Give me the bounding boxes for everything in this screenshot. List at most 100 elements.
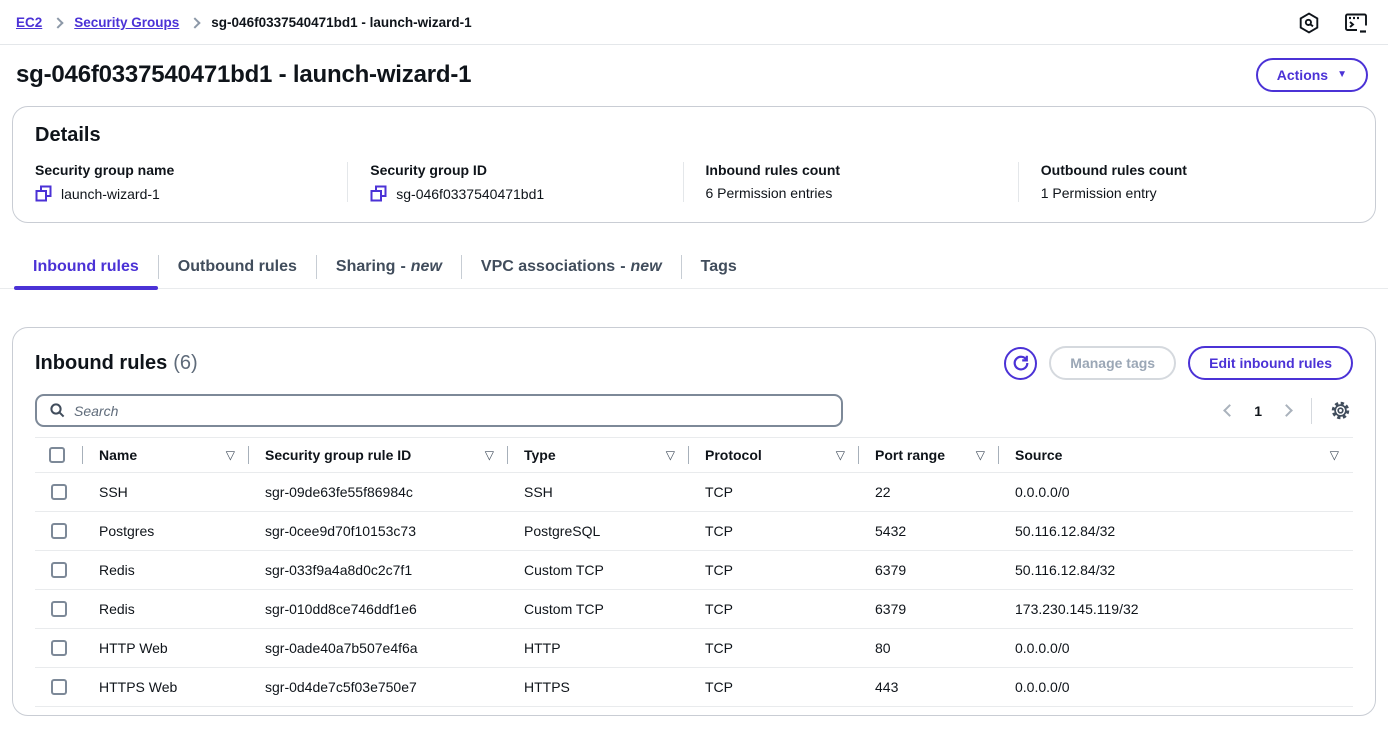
table-row[interactable]: SSH sgr-09de63fe55f86984c SSH TCP 22 0.0… [35, 473, 1353, 512]
cell-port-range: 6379 [859, 562, 999, 578]
breadcrumb-bar: EC2 Security Groups sg-046f0337540471bd1… [0, 0, 1388, 45]
cell-port-range: 6379 [859, 601, 999, 617]
tab-inbound-rules[interactable]: Inbound rules [14, 245, 158, 289]
cell-protocol: TCP [689, 601, 859, 617]
page-number[interactable]: 1 [1254, 403, 1262, 419]
inbound-rules-count-value: 6 Permission entries [706, 185, 833, 201]
row-checkbox[interactable] [51, 484, 67, 500]
manage-tags-button[interactable]: Manage tags [1049, 346, 1176, 380]
cell-rule-id: sgr-0cee9d70f10153c73 [249, 523, 508, 539]
table-row[interactable]: HTTPS Web sgr-0d4de7c5f03e750e7 HTTPS TC… [35, 668, 1353, 707]
tab-vpc-associations[interactable]: VPC associations-new [462, 245, 681, 289]
details-heading: Details [35, 124, 1353, 147]
cell-protocol: TCP [689, 679, 859, 695]
cell-name: Redis [83, 562, 249, 578]
row-checkbox[interactable] [51, 562, 67, 578]
outbound-rules-count-value: 1 Permission entry [1041, 185, 1157, 201]
cell-name: Redis [83, 601, 249, 617]
filter-icon[interactable]: ▽ [226, 448, 235, 462]
breadcrumb: EC2 Security Groups sg-046f0337540471bd1… [16, 15, 472, 30]
row-checkbox[interactable] [51, 679, 67, 695]
cell-rule-id: sgr-010dd8ce746ddf1e6 [249, 601, 508, 617]
cell-source: 0.0.0.0/0 [999, 484, 1353, 500]
cell-name: HTTPS Web [83, 679, 249, 695]
search-icon [49, 402, 66, 419]
search-input[interactable] [74, 403, 829, 419]
settings-gear-icon[interactable] [1328, 398, 1353, 423]
next-page-button[interactable] [1278, 402, 1295, 419]
filter-icon[interactable]: ▽ [666, 448, 675, 462]
security-group-id-value: sg-046f0337540471bd1 [396, 186, 544, 202]
rule-count: (6) [173, 352, 197, 374]
column-header-name: Name [99, 447, 137, 463]
security-group-name-value: launch-wizard-1 [61, 186, 160, 202]
refresh-button[interactable] [1004, 347, 1037, 380]
table-row[interactable]: Postgres sgr-0cee9d70f10153c73 PostgreSQ… [35, 512, 1353, 551]
cell-type: Custom TCP [508, 562, 689, 578]
table-row[interactable]: Redis sgr-010dd8ce746ddf1e6 Custom TCP T… [35, 590, 1353, 629]
select-all-checkbox[interactable] [49, 447, 65, 463]
previous-page-button[interactable] [1221, 402, 1238, 419]
amazon-q-icon[interactable] [1296, 10, 1322, 36]
column-header-protocol: Protocol [705, 447, 762, 463]
filter-icon[interactable]: ▽ [836, 448, 845, 462]
cell-port-range: 22 [859, 484, 999, 500]
filter-icon[interactable]: ▽ [976, 448, 985, 462]
divider [1311, 398, 1312, 424]
copy-icon[interactable] [35, 185, 52, 202]
breadcrumb-link-ec2[interactable]: EC2 [16, 15, 42, 30]
panel-title: Inbound rules(6) [35, 352, 198, 375]
column-header-rule-id: Security group rule ID [265, 447, 411, 463]
cell-type: HTTP [508, 640, 689, 656]
actions-button[interactable]: Actions ▼ [1256, 58, 1368, 92]
cell-protocol: TCP [689, 484, 859, 500]
cell-source: 50.116.12.84/32 [999, 562, 1353, 578]
cloudshell-icon[interactable] [1342, 10, 1370, 36]
column-header-source: Source [1015, 447, 1062, 463]
search-box [35, 394, 843, 427]
row-checkbox[interactable] [51, 601, 67, 617]
cell-rule-id: sgr-0ade40a7b507e4f6a [249, 640, 508, 656]
breadcrumb-link-security-groups[interactable]: Security Groups [74, 15, 179, 30]
field-security-group-id: Security group ID sg-046f0337540471bd1 [347, 162, 682, 202]
new-badge: new [631, 258, 662, 276]
new-badge: new [411, 258, 442, 276]
chevron-right-icon [190, 17, 201, 28]
row-checkbox[interactable] [51, 523, 67, 539]
table-row[interactable]: Redis sgr-033f9a4a8d0c2c7f1 Custom TCP T… [35, 551, 1353, 590]
cell-type: PostgreSQL [508, 523, 689, 539]
tab-tags[interactable]: Tags [682, 245, 756, 289]
cell-source: 50.116.12.84/32 [999, 523, 1353, 539]
copy-icon[interactable] [370, 185, 387, 202]
cell-type: SSH [508, 484, 689, 500]
page-title: sg-046f0337540471bd1 - launch-wizard-1 [16, 61, 471, 89]
field-outbound-rules-count: Outbound rules count 1 Permission entry [1018, 162, 1353, 202]
tab-outbound-rules[interactable]: Outbound rules [159, 245, 316, 289]
cell-source: 173.230.145.119/32 [999, 601, 1353, 617]
cell-source: 0.0.0.0/0 [999, 679, 1353, 695]
breadcrumb-current: sg-046f0337540471bd1 - launch-wizard-1 [211, 15, 471, 30]
cell-type: HTTPS [508, 679, 689, 695]
cell-source: 0.0.0.0/0 [999, 640, 1353, 656]
field-inbound-rules-count: Inbound rules count 6 Permission entries [683, 162, 1018, 202]
tab-sharing[interactable]: Sharing-new [317, 245, 461, 289]
table-row[interactable]: HTTP Web sgr-0ade40a7b507e4f6a HTTP TCP … [35, 629, 1353, 668]
column-header-type: Type [524, 447, 556, 463]
row-checkbox[interactable] [51, 640, 67, 656]
cell-protocol: TCP [689, 640, 859, 656]
filter-icon[interactable]: ▽ [1330, 448, 1339, 462]
cell-name: HTTP Web [83, 640, 249, 656]
column-header-port-range: Port range [875, 447, 945, 463]
cell-rule-id: sgr-0d4de7c5f03e750e7 [249, 679, 508, 695]
table-header: Name ▽ Security group rule ID ▽ Type ▽ P… [35, 437, 1353, 473]
cell-type: Custom TCP [508, 601, 689, 617]
field-security-group-name: Security group name launch-wizard-1 [35, 162, 347, 202]
chevron-right-icon [53, 17, 64, 28]
tab-bar: Inbound rules Outbound rules Sharing-new… [0, 245, 1388, 289]
cell-port-range: 443 [859, 679, 999, 695]
table-body: SSH sgr-09de63fe55f86984c SSH TCP 22 0.0… [13, 473, 1375, 707]
cell-name: SSH [83, 484, 249, 500]
filter-icon[interactable]: ▽ [485, 448, 494, 462]
cell-rule-id: sgr-09de63fe55f86984c [249, 484, 508, 500]
edit-inbound-rules-button[interactable]: Edit inbound rules [1188, 346, 1353, 380]
